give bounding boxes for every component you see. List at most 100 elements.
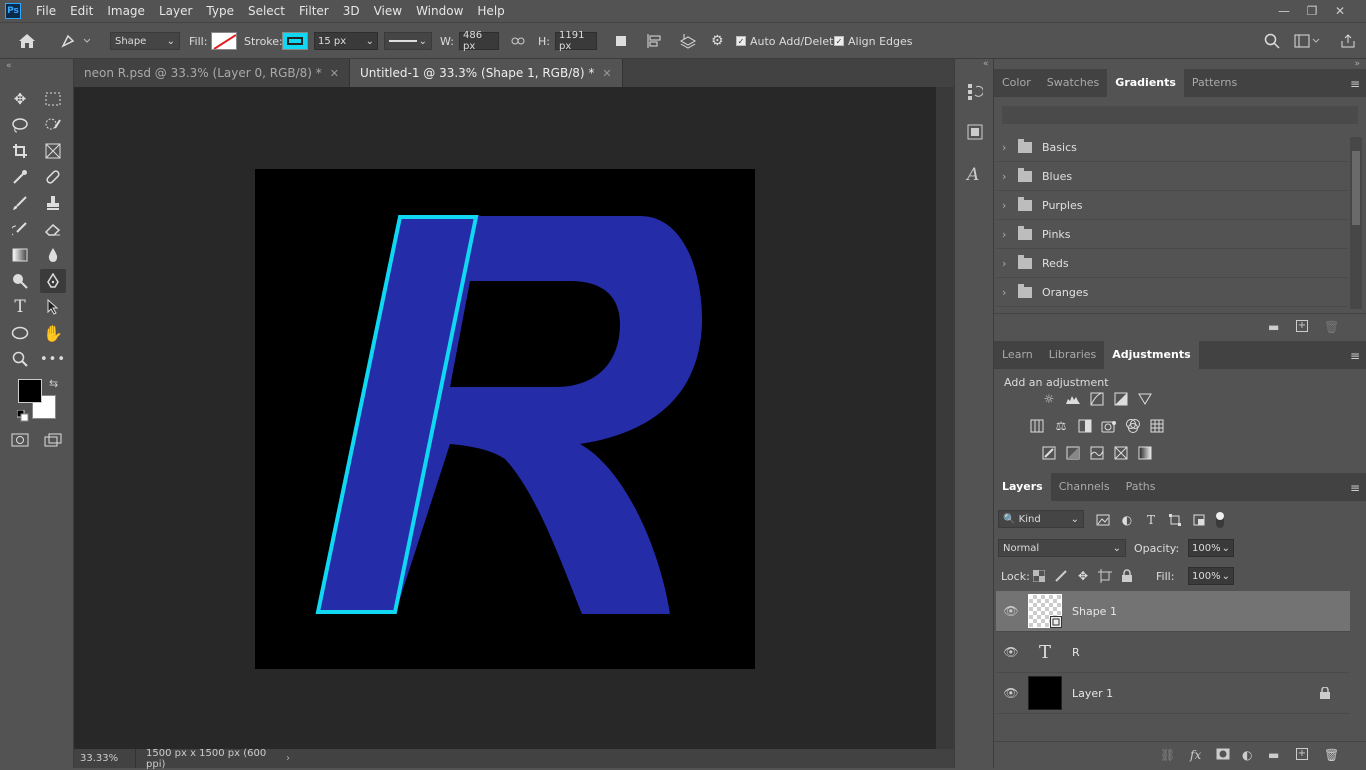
ellipse-tool-icon[interactable]	[7, 321, 33, 345]
dodge-tool-icon[interactable]	[7, 269, 33, 293]
layer-name[interactable]: Shape 1	[1072, 605, 1117, 618]
opacity-field[interactable]: 100% ⌄	[1188, 539, 1234, 557]
expand-panel-icon[interactable]: »	[1354, 59, 1360, 69]
panel-menu-icon[interactable]: ≡	[1350, 481, 1360, 495]
visibility-eye-icon[interactable]: 👁	[996, 604, 1026, 618]
tab-patterns[interactable]: Patterns	[1184, 69, 1245, 97]
tool-mode-select[interactable]: Shape ⌄	[110, 32, 180, 50]
levels-icon[interactable]	[1064, 391, 1082, 407]
home-icon[interactable]	[18, 31, 36, 51]
shape-filter-icon[interactable]	[1166, 512, 1184, 528]
lock-position-icon[interactable]: ✥	[1074, 568, 1092, 584]
tab-gradients[interactable]: Gradients	[1107, 69, 1184, 97]
link-layers-icon[interactable]: ⛓	[1160, 748, 1175, 762]
height-field[interactable]: 1191 px	[555, 30, 597, 52]
vibrance-icon[interactable]	[1136, 391, 1154, 407]
type-filter-icon[interactable]: T	[1142, 512, 1160, 528]
eraser-tool-icon[interactable]	[40, 217, 66, 241]
filter-toggle-switch[interactable]	[1216, 512, 1224, 528]
color-lookup-icon[interactable]	[1148, 418, 1166, 434]
history-panel-icon[interactable]	[967, 83, 984, 104]
visibility-eye-icon[interactable]: 👁	[996, 645, 1026, 659]
screen-mode-icon[interactable]	[40, 428, 66, 452]
stroke-type-select[interactable]: ⌄	[384, 32, 432, 50]
photo-filter-icon[interactable]	[1100, 418, 1118, 434]
link-icon[interactable]	[511, 31, 525, 51]
path-alignment-icon[interactable]	[646, 31, 662, 51]
new-adjustment-layer-icon[interactable]: ◐	[1242, 748, 1252, 762]
workspace-icon[interactable]	[1294, 31, 1320, 51]
gradient-tool-icon[interactable]	[7, 243, 33, 267]
gear-icon[interactable]: ⚙	[711, 31, 724, 51]
pen-tool-preset-icon[interactable]	[60, 31, 90, 51]
menu-select[interactable]: Select	[241, 0, 292, 22]
add-mask-icon[interactable]	[1216, 748, 1230, 763]
gradient-group-oranges[interactable]: › Oranges	[996, 278, 1348, 307]
smart-object-filter-icon[interactable]	[1190, 512, 1208, 528]
color-balance-icon[interactable]: ⚖	[1052, 418, 1070, 434]
new-group-icon[interactable]: ▬	[1268, 748, 1279, 762]
stroke-width-field[interactable]: 15 px ⌄	[314, 32, 378, 50]
close-button[interactable]: ✕	[1326, 4, 1354, 18]
gradients-scrollbar[interactable]	[1350, 137, 1362, 309]
menu-window[interactable]: Window	[409, 0, 470, 22]
posterize-icon[interactable]	[1064, 445, 1082, 461]
layer-row-r[interactable]: 👁 T R	[996, 632, 1350, 673]
align-edges-checkbox[interactable]: ✓	[834, 36, 844, 46]
layer-name[interactable]: R	[1072, 646, 1080, 659]
foreground-color-swatch[interactable]	[18, 379, 42, 403]
trash-icon[interactable]: 🗑	[1324, 748, 1339, 762]
minimize-button[interactable]: —	[1270, 4, 1298, 18]
eyedropper-tool-icon[interactable]	[7, 165, 33, 189]
zoom-tool-icon[interactable]	[7, 347, 33, 371]
move-tool-icon[interactable]: ✥	[7, 87, 33, 111]
gradient-group-pinks[interactable]: › Pinks	[996, 220, 1348, 249]
lock-image-pixels-icon[interactable]	[1052, 568, 1070, 584]
gradient-group-purples[interactable]: › Purples	[996, 191, 1348, 220]
more-tools-icon[interactable]: •••	[40, 347, 66, 371]
tab-adjustments[interactable]: Adjustments	[1104, 341, 1199, 369]
gradient-map-icon[interactable]	[1136, 445, 1154, 461]
selective-color-icon[interactable]	[1112, 445, 1130, 461]
brush-tool-icon[interactable]	[7, 191, 33, 215]
panel-menu-icon[interactable]: ≡	[1350, 349, 1360, 363]
properties-panel-icon[interactable]	[967, 123, 983, 144]
menu-3d[interactable]: 3D	[336, 0, 367, 22]
chevron-right-icon[interactable]: ›	[286, 753, 290, 764]
tab-layers[interactable]: Layers	[994, 473, 1051, 501]
default-colors-icon[interactable]	[16, 409, 29, 425]
new-layer-icon[interactable]: +	[1296, 748, 1308, 760]
auto-add-delete-checkbox[interactable]: ✓	[736, 36, 746, 46]
brightness-contrast-icon[interactable]: ☼	[1040, 391, 1058, 407]
fill-swatch[interactable]	[211, 32, 237, 50]
layer-row-shape-1[interactable]: 👁 Shape 1	[996, 591, 1350, 632]
healing-brush-tool-icon[interactable]	[40, 165, 66, 189]
marquee-tool-icon[interactable]	[40, 87, 66, 111]
layer-name[interactable]: Layer 1	[1072, 687, 1113, 700]
trash-icon[interactable]: 🗑	[1324, 320, 1339, 334]
menu-image[interactable]: Image	[100, 0, 152, 22]
swap-colors-icon[interactable]: ⇆	[49, 377, 58, 390]
gradient-group-basics[interactable]: › Basics	[996, 133, 1348, 162]
hand-tool-icon[interactable]: ✋	[40, 321, 66, 345]
tab-swatches[interactable]: Swatches	[1039, 69, 1108, 97]
quick-selection-tool-icon[interactable]	[40, 113, 66, 137]
collapse-panel-icon[interactable]: «	[983, 59, 989, 69]
vertical-scrollbar[interactable]	[936, 87, 954, 749]
path-arrangement-icon[interactable]	[678, 31, 698, 51]
crop-tool-icon[interactable]	[7, 139, 33, 163]
hue-saturation-icon[interactable]	[1028, 418, 1046, 434]
frame-tool-icon[interactable]	[40, 139, 66, 163]
lock-artboard-icon[interactable]	[1096, 568, 1114, 584]
menu-help[interactable]: Help	[470, 0, 511, 22]
gradient-group-reds[interactable]: › Reds	[996, 249, 1348, 278]
blend-mode-select[interactable]: Normal ⌄	[998, 539, 1126, 557]
new-group-folder-icon[interactable]: ▬	[1268, 320, 1279, 334]
close-icon[interactable]: ✕	[602, 67, 611, 80]
menu-layer[interactable]: Layer	[152, 0, 199, 22]
quick-mask-icon[interactable]	[7, 428, 33, 452]
layer-kind-filter[interactable]: 🔍 Kind ⌄	[998, 510, 1084, 528]
lasso-tool-icon[interactable]	[7, 113, 33, 137]
menu-edit[interactable]: Edit	[63, 0, 100, 22]
gradient-group-blues[interactable]: › Blues	[996, 162, 1348, 191]
